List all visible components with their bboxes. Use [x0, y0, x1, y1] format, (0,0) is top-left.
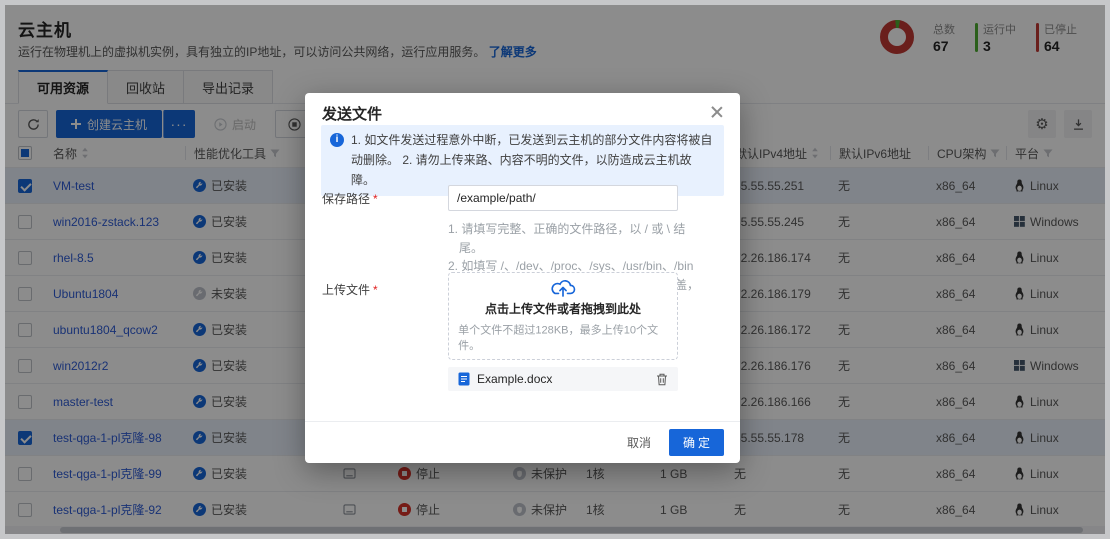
ok-button[interactable]: 确定 — [669, 429, 724, 456]
trash-icon — [656, 373, 668, 386]
cloud-upload-icon — [550, 278, 576, 297]
required-asterisk: * — [373, 192, 378, 206]
upload-label: 上传文件* — [322, 281, 378, 298]
close-icon[interactable] — [706, 101, 728, 123]
document-icon — [458, 372, 470, 386]
info-alert-text: 1. 如文件发送过程意外中断，已发送到云主机的部分文件内容将被自动删除。 2. … — [351, 133, 712, 187]
send-file-modal: 发送文件 i 1. 如文件发送过程意外中断，已发送到云主机的部分文件内容将被自动… — [305, 93, 740, 463]
cancel-button[interactable]: 取消 — [627, 434, 651, 451]
upload-hint: 单个文件不超过128KB，最多上传10个文件。 — [458, 321, 668, 352]
modal-title: 发送文件 — [322, 103, 382, 124]
save-path-input[interactable] — [448, 185, 678, 211]
uploaded-file-name: Example.docx — [477, 372, 552, 386]
delete-file-button[interactable] — [656, 373, 668, 386]
uploaded-file-item: Example.docx — [448, 367, 678, 391]
info-icon: i — [330, 133, 344, 147]
vm-page: 云主机 运行在物理机上的虚拟机实例，具有独立的IP地址，可以访问公共网络，运行应… — [5, 5, 1105, 534]
upload-dropzone[interactable]: 点击上传文件或者拖拽到此处 单个文件不超过128KB，最多上传10个文件。 — [448, 272, 678, 360]
upload-dropzone-text: 点击上传文件或者拖拽到此处 — [485, 300, 641, 317]
required-asterisk: * — [373, 283, 378, 297]
save-path-label: 保存路径* — [322, 190, 378, 207]
save-path-help-line1: 1. 请填写完整、正确的文件路径，以 / 或 \ 结尾。 — [448, 220, 700, 257]
modal-footer: 取消 确定 — [305, 421, 740, 463]
